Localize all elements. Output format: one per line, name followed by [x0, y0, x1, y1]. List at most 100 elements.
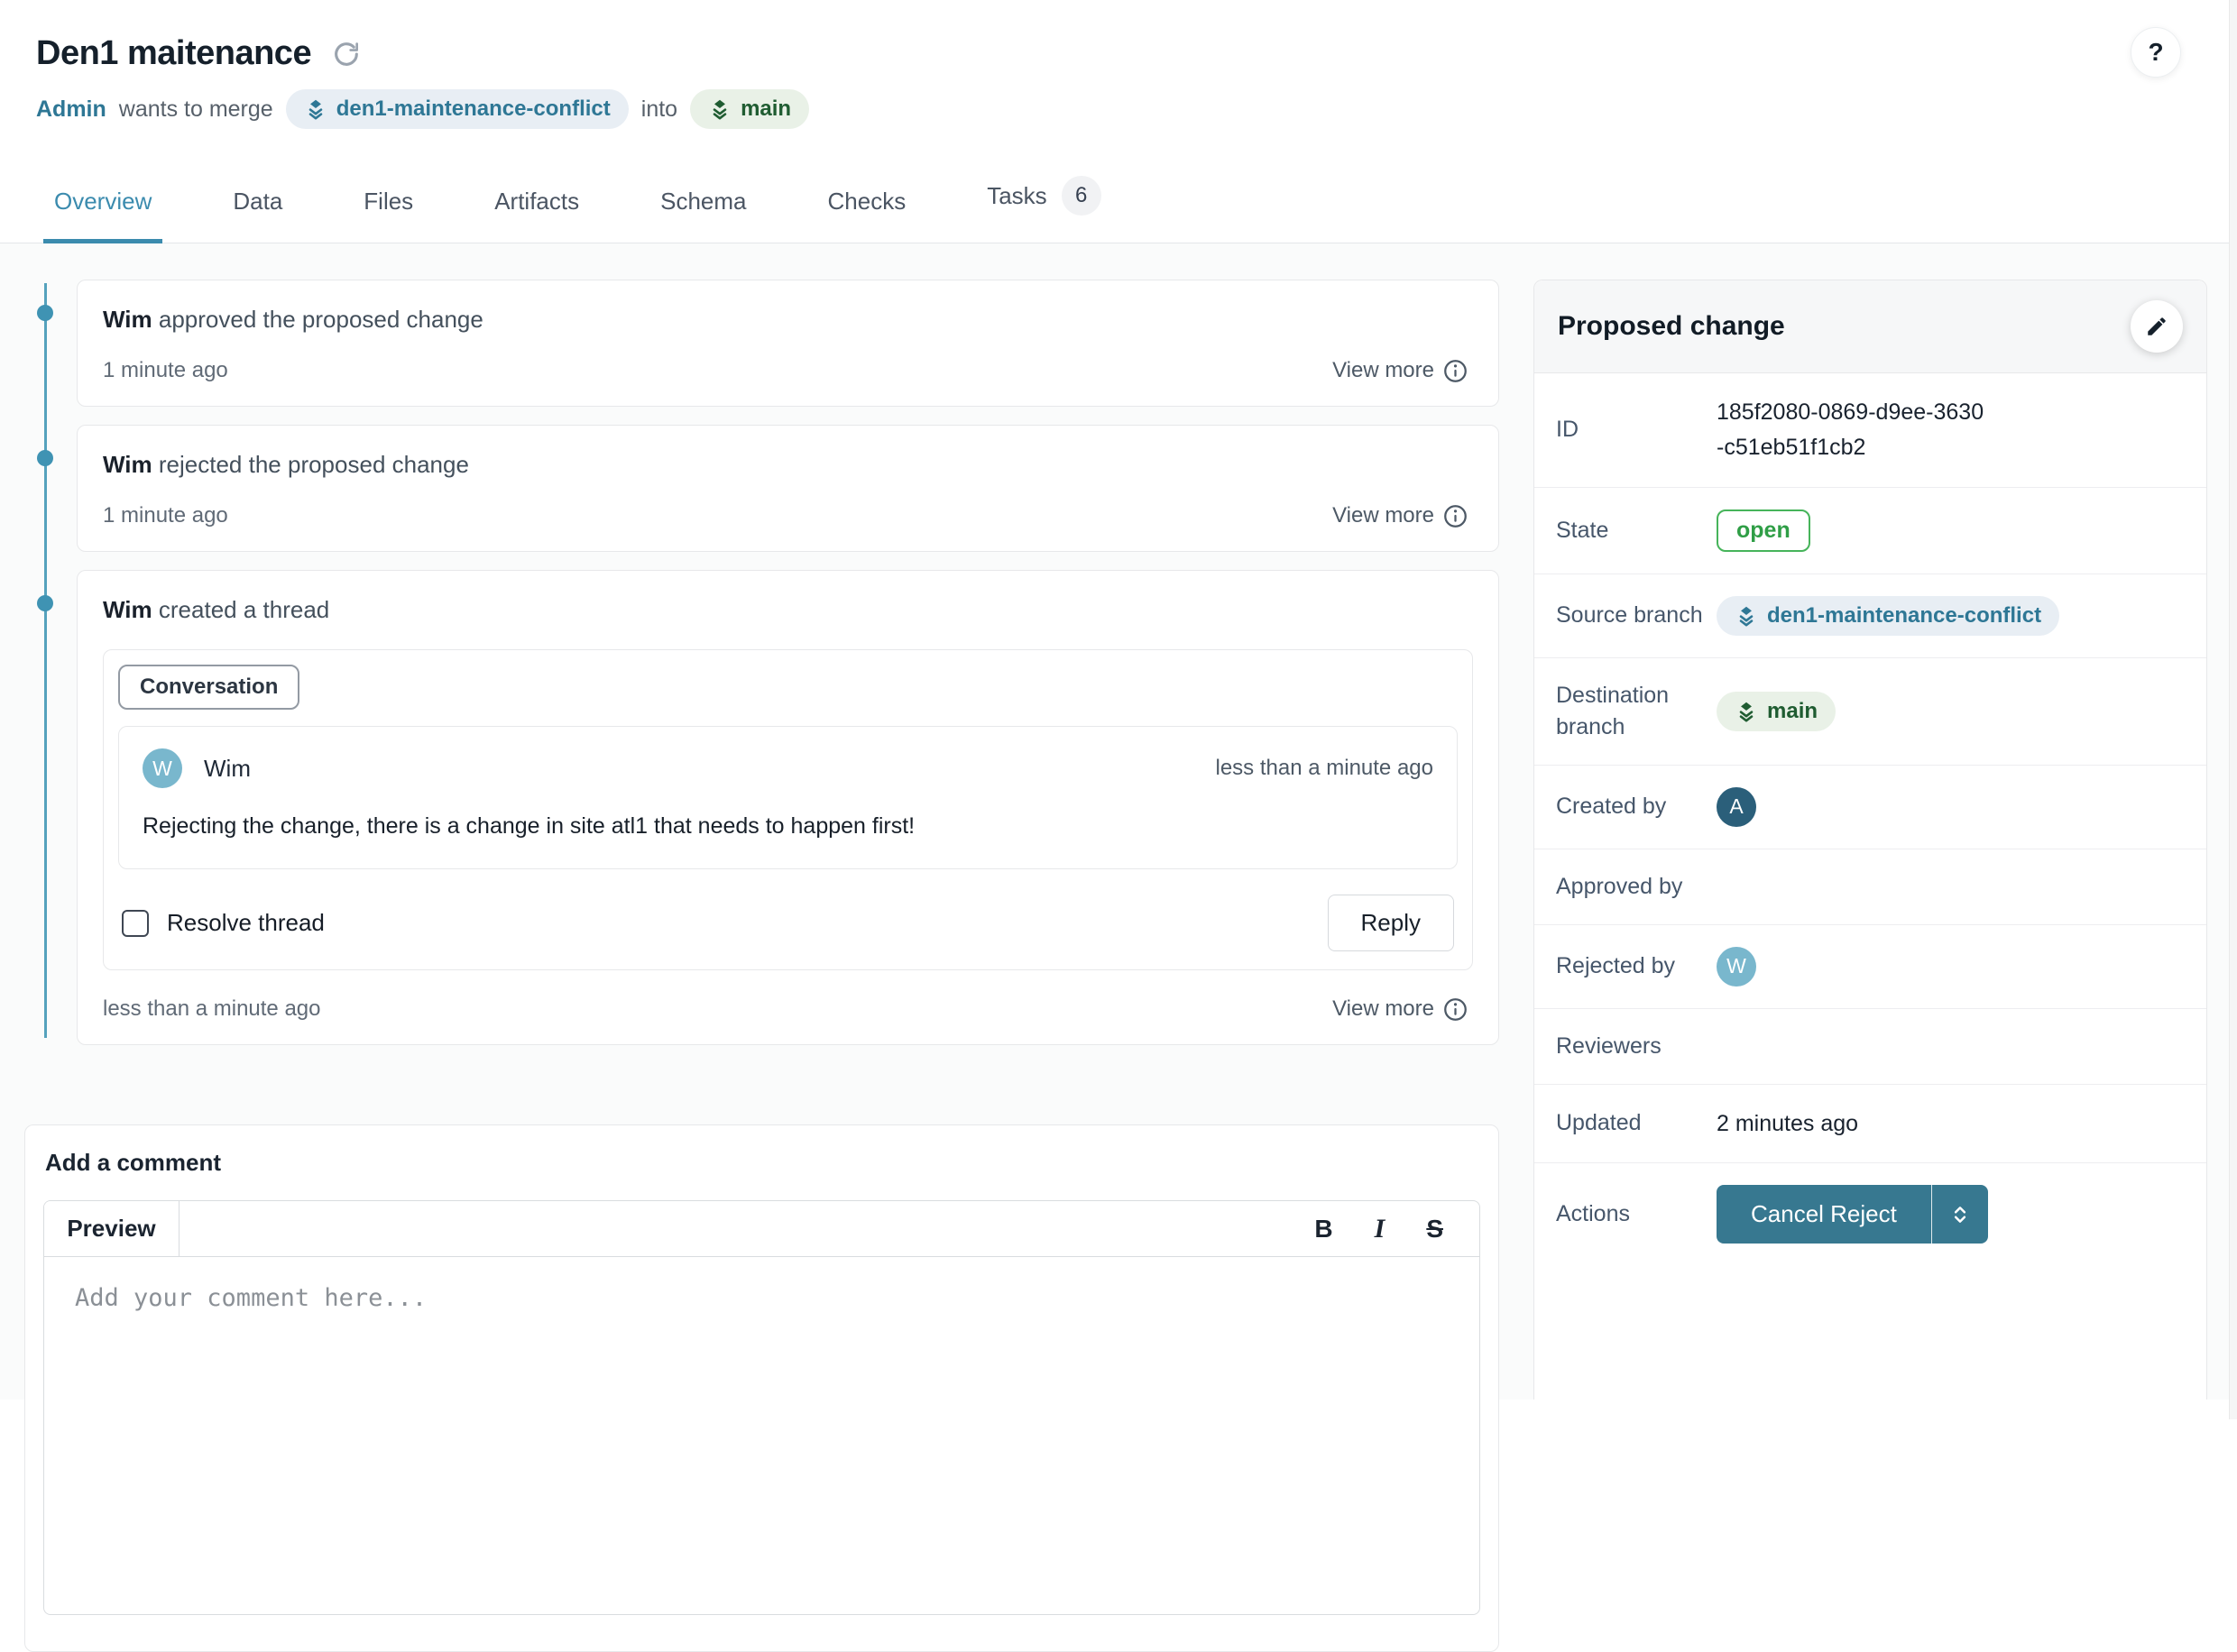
event-actor: Wim	[103, 596, 152, 623]
source-branch-name: den1-maintenance-conflict	[336, 98, 611, 120]
info-icon	[1443, 504, 1468, 528]
timeline-event-thread: Wim created a thread Conversation W Wim …	[77, 570, 1499, 1045]
page-title: Den1 maitenance	[36, 34, 311, 73]
refresh-icon	[331, 39, 362, 69]
row-id: ID 185f2080-0869-d9ee-3630-c51eb51f1cb2	[1534, 373, 2206, 488]
edit-button[interactable]	[2131, 300, 2183, 353]
tab-tasks[interactable]: Tasks 6	[976, 156, 1111, 243]
tab-data[interactable]: Data	[222, 168, 293, 243]
branch-layers-icon	[1735, 604, 1758, 628]
comment-timestamp: less than a minute ago	[1216, 756, 1434, 781]
unfold-more-icon	[1948, 1203, 1972, 1226]
merge-text: wants to merge	[119, 96, 273, 123]
event-timestamp: 1 minute ago	[103, 503, 228, 528]
avatar: W	[143, 748, 182, 788]
row-label: Reviewers	[1556, 1031, 1717, 1062]
preview-tab[interactable]: Preview	[44, 1201, 180, 1256]
view-more-button[interactable]: View more	[1327, 996, 1473, 1023]
row-label: Rejected by	[1556, 950, 1717, 982]
timeline-dot	[37, 305, 53, 321]
event-action: approved the proposed change	[159, 306, 483, 333]
row-rejected-by: Rejected by W	[1534, 925, 2206, 1009]
source-branch-badge[interactable]: den1-maintenance-conflict	[286, 89, 629, 129]
row-reviewers: Reviewers	[1534, 1009, 2206, 1085]
comment-composer: Preview B I S Add your comment here...	[43, 1200, 1480, 1615]
row-label: ID	[1556, 414, 1717, 445]
into-text: into	[641, 96, 677, 123]
actions-split-button: Cancel Reject	[1717, 1185, 1988, 1244]
strikethrough-button[interactable]: S	[1426, 1215, 1443, 1244]
thread-container: Conversation W Wim less than a minute ag…	[103, 649, 1473, 970]
event-actor: Wim	[103, 306, 152, 333]
row-label: Created by	[1556, 791, 1717, 822]
comment-body: Rejecting the change, there is a change …	[143, 813, 1433, 840]
row-actions: Actions Cancel Reject	[1534, 1163, 2206, 1265]
row-label: Destination branch	[1556, 680, 1717, 743]
cancel-reject-button[interactable]: Cancel Reject	[1717, 1185, 1931, 1244]
event-action: created a thread	[159, 596, 329, 623]
updated-value: 2 minutes ago	[1717, 1106, 1858, 1142]
event-timestamp: less than a minute ago	[103, 996, 321, 1022]
content-area: Wim approved the proposed change 1 minut…	[0, 243, 2237, 1400]
avatar[interactable]: A	[1717, 787, 1756, 827]
tab-schema[interactable]: Schema	[649, 168, 757, 243]
row-label: Source branch	[1556, 600, 1717, 631]
thread-comment: W Wim less than a minute ago Rejecting t…	[118, 726, 1458, 869]
tab-files[interactable]: Files	[353, 168, 424, 243]
refresh-button[interactable]	[331, 39, 362, 69]
tasks-count-badge: 6	[1062, 176, 1101, 216]
event-title: Wim created a thread	[103, 596, 1473, 624]
conversation-badge: Conversation	[118, 665, 299, 710]
destination-branch-badge[interactable]: main	[690, 89, 809, 129]
avatar[interactable]: W	[1717, 947, 1756, 987]
proposed-change-panel: Proposed change ID 185f2080-0869-d9ee-36…	[1533, 280, 2207, 1400]
bold-button[interactable]: B	[1314, 1215, 1332, 1244]
page-header: Den1 maitenance Admin wants to merge den…	[0, 0, 2237, 129]
comment-input[interactable]: Add your comment here...	[44, 1257, 1479, 1339]
timeline-dot	[37, 595, 53, 611]
event-title: Wim approved the proposed change	[103, 306, 1473, 334]
scrollbar[interactable]	[2229, 0, 2237, 1419]
resolve-thread-checkbox[interactable]	[122, 910, 149, 937]
tab-overview[interactable]: Overview	[43, 168, 162, 243]
pencil-icon	[2145, 315, 2168, 338]
view-more-button[interactable]: View more	[1327, 357, 1473, 384]
info-icon	[1443, 359, 1468, 383]
composer-toolbar: Preview B I S	[44, 1201, 1479, 1257]
row-state: State open	[1534, 488, 2206, 574]
actions-dropdown-button[interactable]	[1932, 1185, 1988, 1244]
tab-artifacts[interactable]: Artifacts	[483, 168, 590, 243]
state-badge: open	[1717, 509, 1810, 552]
timeline-dot	[37, 450, 53, 466]
event-action: rejected the proposed change	[159, 451, 469, 478]
reply-button[interactable]: Reply	[1328, 895, 1454, 951]
row-label: Updated	[1556, 1107, 1717, 1139]
tab-checks[interactable]: Checks	[817, 168, 917, 243]
info-icon	[1443, 997, 1468, 1022]
help-button[interactable]: ?	[2131, 27, 2181, 78]
timeline-event-rejected: Wim rejected the proposed change 1 minut…	[77, 425, 1499, 552]
add-comment-title: Add a comment	[43, 1149, 1480, 1177]
row-label: Actions	[1556, 1198, 1717, 1230]
event-title: Wim rejected the proposed change	[103, 451, 1473, 479]
resolve-thread-label: Resolve thread	[167, 909, 325, 937]
source-branch-badge[interactable]: den1-maintenance-conflict	[1717, 596, 2059, 636]
row-label: Approved by	[1556, 871, 1717, 903]
branch-layers-icon	[1735, 700, 1758, 723]
row-updated: Updated 2 minutes ago	[1534, 1085, 2206, 1164]
change-id-value: 185f2080-0869-d9ee-3630-c51eb51f1cb2	[1717, 395, 1987, 465]
timeline: Wim approved the proposed change 1 minut…	[24, 280, 1499, 1045]
branch-layers-icon	[708, 97, 732, 121]
row-destination-branch: Destination branch main	[1534, 658, 2206, 766]
add-comment-section: Add a comment Preview B I S Add your com…	[24, 1124, 1499, 1652]
view-more-button[interactable]: View more	[1327, 502, 1473, 529]
tab-bar: Overview Data Files Artifacts Schema Che…	[0, 156, 2237, 243]
branch-layers-icon	[304, 97, 327, 121]
comment-author: Wim	[204, 755, 251, 783]
italic-button[interactable]: I	[1375, 1214, 1385, 1244]
author-link[interactable]: Admin	[36, 96, 106, 123]
row-created-by: Created by A	[1534, 766, 2206, 849]
event-timestamp: 1 minute ago	[103, 358, 228, 383]
destination-branch-badge[interactable]: main	[1717, 692, 1836, 731]
row-label: State	[1556, 515, 1717, 546]
